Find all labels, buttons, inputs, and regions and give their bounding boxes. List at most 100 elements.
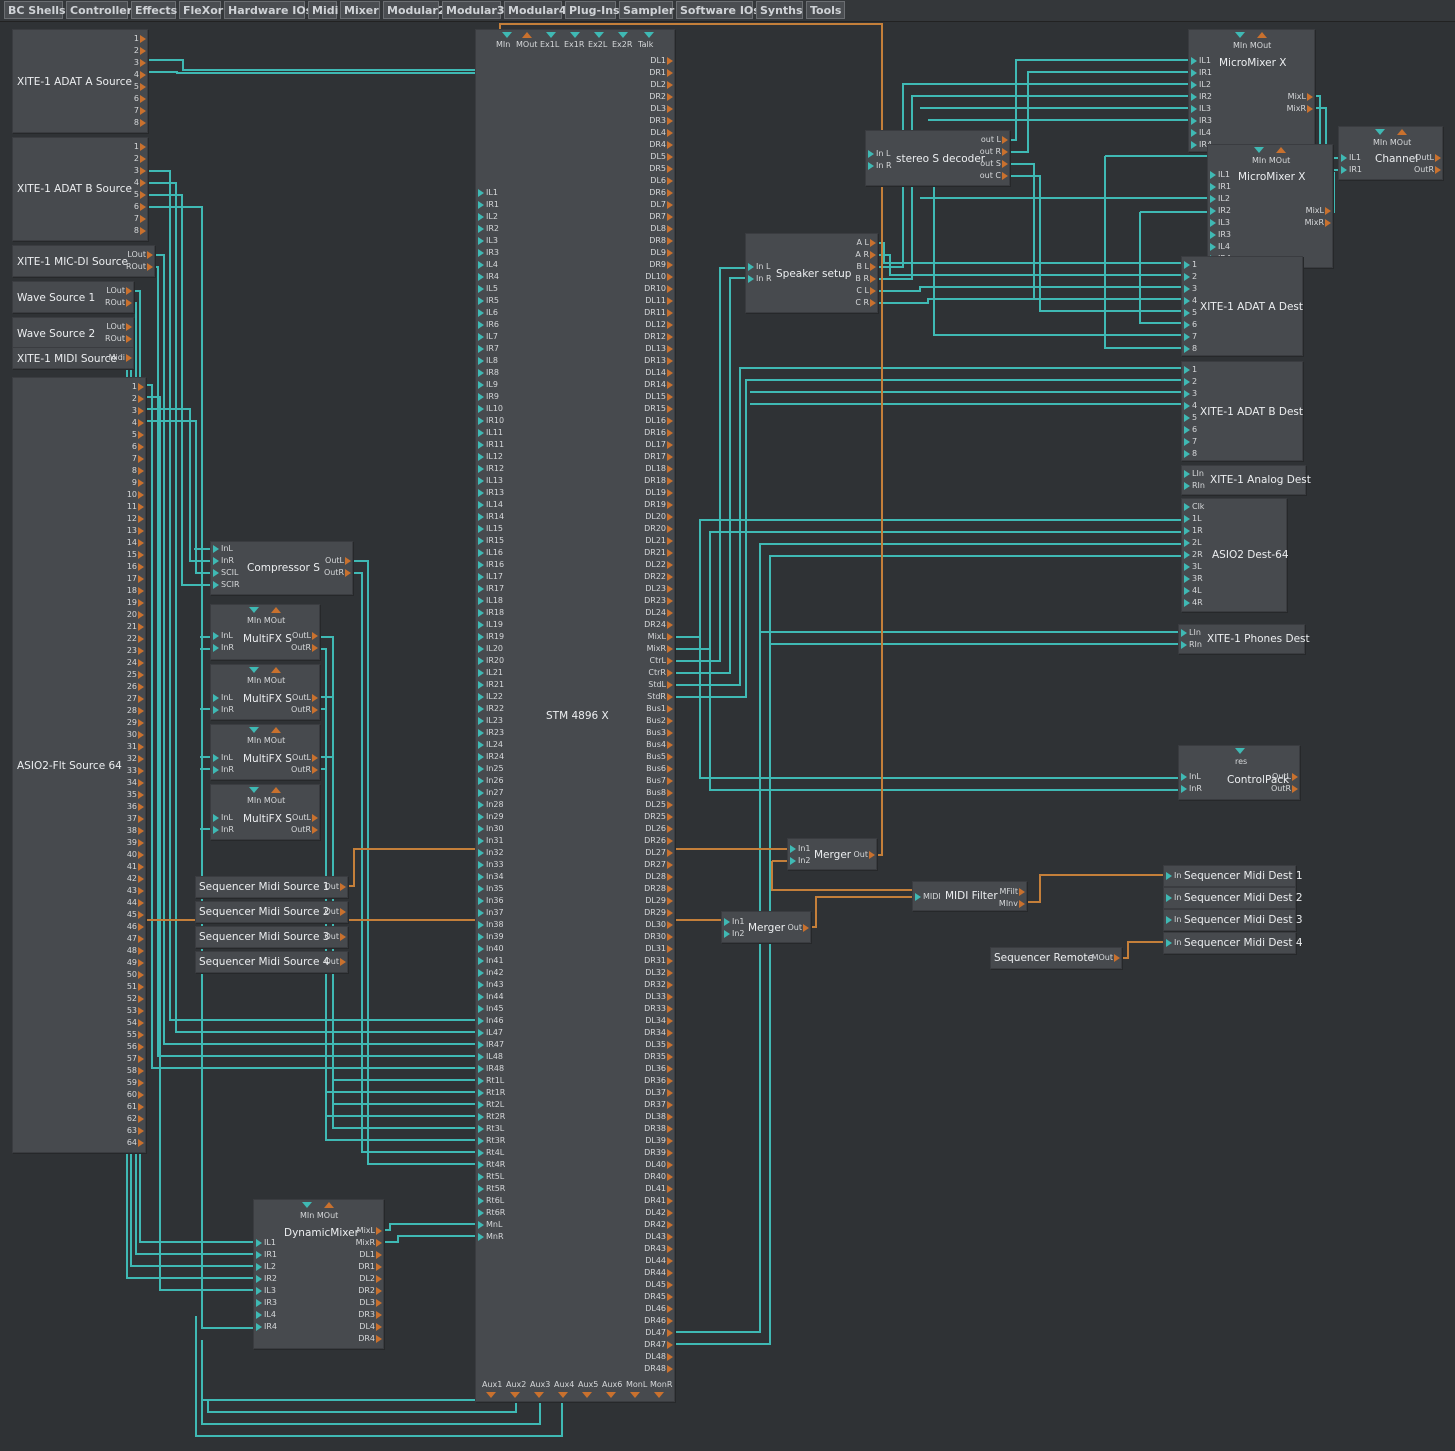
input-port[interactable]: 1R xyxy=(1184,526,1203,536)
module-asio-dest[interactable]: ASIO2 Dest-64 Clk 1L 1R 2L 2R 3L 3R 4L 4R xyxy=(1181,498,1289,612)
module-seqremote[interactable]: Sequencer Remote MOut xyxy=(990,947,1122,969)
output-port[interactable]: 51 xyxy=(127,982,144,992)
top-port-icon[interactable] xyxy=(502,32,512,38)
input-port[interactable]: 2L xyxy=(1184,538,1202,548)
output-port[interactable]: DR14 xyxy=(644,380,673,390)
output-port[interactable]: DL10 xyxy=(645,272,673,282)
input-port[interactable]: IL23 xyxy=(478,716,503,726)
audio-cable[interactable] xyxy=(146,420,213,574)
output-port[interactable]: 29 xyxy=(127,718,144,728)
output-port[interactable]: DL5 xyxy=(650,152,673,162)
input-port[interactable]: SCIL xyxy=(213,568,238,578)
input-port[interactable]: In28 xyxy=(478,800,504,810)
input-port[interactable]: In1 xyxy=(790,844,811,854)
input-port[interactable]: InR xyxy=(1181,784,1202,794)
output-port[interactable]: StdR xyxy=(647,692,673,702)
input-port[interactable]: IL2 xyxy=(1191,80,1211,90)
output-port[interactable]: 62 xyxy=(127,1114,144,1124)
output-port[interactable]: DL2 xyxy=(650,80,673,90)
output-port[interactable]: MixR xyxy=(1305,218,1331,228)
input-port[interactable]: IL22 xyxy=(478,692,503,702)
output-port[interactable]: DR17 xyxy=(644,452,673,462)
module-stm[interactable]: STM 4896 X MIn MOut Ex1L Ex1R Ex2L Ex2R Talk Aux… xyxy=(475,29,675,1402)
input-port[interactable]: 6 xyxy=(1184,320,1197,330)
input-port[interactable]: IL2 xyxy=(1210,194,1230,204)
input-port[interactable]: In1 xyxy=(724,917,745,927)
input-port[interactable]: 5 xyxy=(1184,413,1197,423)
output-port[interactable]: DL42 xyxy=(645,1208,673,1218)
bottom-port-icon[interactable] xyxy=(630,1392,640,1398)
output-port[interactable]: DL27 xyxy=(645,848,673,858)
output-port[interactable]: 5 xyxy=(134,190,146,200)
input-port[interactable]: IR1 xyxy=(478,200,499,210)
output-port[interactable]: OutL xyxy=(325,556,351,566)
module-wave2[interactable]: Wave Source 2 LOut ROut xyxy=(12,317,134,349)
output-port[interactable]: DL37 xyxy=(645,1088,673,1098)
midi-in-port[interactable] xyxy=(302,1202,312,1208)
input-port[interactable]: In xyxy=(1166,893,1181,903)
output-port[interactable]: DR1 xyxy=(649,68,673,78)
input-port[interactable]: IR1 xyxy=(1341,165,1362,175)
module-merger2[interactable]: Merger In1 In2 Out xyxy=(721,911,811,943)
output-port[interactable]: DL23 xyxy=(645,584,673,594)
output-port[interactable]: 50 xyxy=(127,970,144,980)
output-port[interactable]: DR40 xyxy=(644,1172,673,1182)
input-port[interactable]: In25 xyxy=(478,764,504,774)
input-port[interactable]: IR2 xyxy=(1210,206,1231,216)
output-port[interactable]: 38 xyxy=(127,826,144,836)
menu-tab-flexor[interactable]: FleXor xyxy=(179,1,223,19)
output-port[interactable]: DL12 xyxy=(645,320,673,330)
input-port[interactable]: IR5 xyxy=(478,296,499,306)
output-port[interactable]: A L xyxy=(857,238,876,248)
input-port[interactable]: IR15 xyxy=(478,536,504,546)
output-port[interactable]: 48 xyxy=(127,946,144,956)
input-port[interactable]: 2R xyxy=(1184,550,1203,560)
output-port[interactable]: Bus5 xyxy=(646,752,673,762)
module-speaker[interactable]: Speaker setup In L In R A L A R B L B R C L C R xyxy=(745,233,878,313)
input-port[interactable]: 4R xyxy=(1184,598,1203,608)
output-port[interactable]: C L xyxy=(856,286,876,296)
audio-cable[interactable] xyxy=(672,367,1185,686)
output-port[interactable]: 24 xyxy=(127,658,144,668)
input-port[interactable]: InL xyxy=(213,813,233,823)
output-port[interactable]: 23 xyxy=(127,646,144,656)
output-port[interactable]: 4 xyxy=(132,418,144,428)
output-port[interactable]: DL36 xyxy=(645,1064,673,1074)
input-port[interactable]: In30 xyxy=(478,824,504,834)
input-port[interactable]: Rt5L xyxy=(478,1172,504,1182)
input-port[interactable]: In36 xyxy=(478,896,504,906)
input-port[interactable]: 3L xyxy=(1184,562,1202,572)
output-port[interactable]: 37 xyxy=(127,814,144,824)
input-port[interactable]: In R xyxy=(748,274,772,284)
output-port[interactable]: DR43 xyxy=(644,1244,673,1254)
audio-cable[interactable] xyxy=(1139,212,1185,324)
output-port[interactable]: Bus7 xyxy=(646,776,673,786)
output-port[interactable]: 8 xyxy=(134,118,146,128)
output-port[interactable]: 35 xyxy=(127,790,144,800)
input-port[interactable]: MIDI xyxy=(915,892,941,902)
module-midifilter[interactable]: MIDI Filter MIDI MFilt MInv xyxy=(912,881,1027,911)
output-port[interactable]: DL40 xyxy=(645,1160,673,1170)
output-port[interactable]: 49 xyxy=(127,958,144,968)
input-port[interactable]: 7 xyxy=(1184,332,1197,342)
menu-tab-modular2[interactable]: Modular2 xyxy=(383,1,445,19)
module-adat-a-src[interactable]: XITE-1 ADAT A Source 1 2 3 4 5 6 7 8 xyxy=(12,29,148,133)
output-port[interactable]: DR1 xyxy=(358,1262,382,1272)
top-port-icon[interactable] xyxy=(570,32,580,38)
menu-tab-effects[interactable]: Effects xyxy=(131,1,177,19)
input-port[interactable]: IL2 xyxy=(478,212,498,222)
output-port[interactable]: 34 xyxy=(127,778,144,788)
output-port[interactable]: OutL xyxy=(292,631,318,641)
output-port[interactable]: OutR xyxy=(291,643,318,653)
output-port[interactable]: DR21 xyxy=(644,548,673,558)
output-port[interactable]: DL8 xyxy=(650,224,673,234)
input-port[interactable]: IR13 xyxy=(478,488,504,498)
output-port[interactable]: 14 xyxy=(127,538,144,548)
output-port[interactable]: LOut xyxy=(106,286,132,296)
input-port[interactable]: IR4 xyxy=(478,272,499,282)
input-port[interactable]: LIn xyxy=(1181,628,1201,638)
output-port[interactable]: CtrR xyxy=(648,668,673,678)
output-port[interactable]: out R xyxy=(980,147,1008,157)
midi-out-port[interactable] xyxy=(1257,32,1267,38)
module-stereo-dec[interactable]: stereo S decoder In L In R out L out R out S o… xyxy=(865,130,1010,186)
